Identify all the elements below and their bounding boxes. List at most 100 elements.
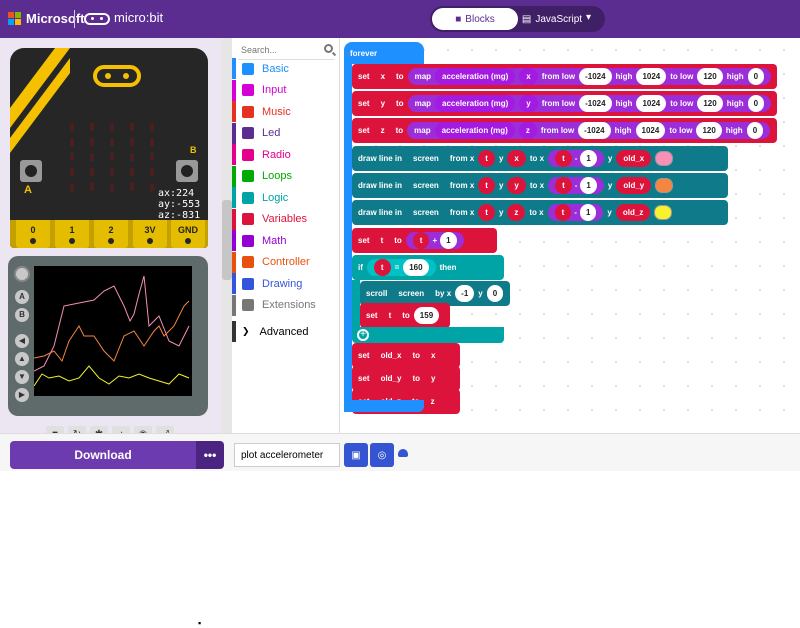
variable-dropdown[interactable]: y — [507, 177, 526, 194]
axis-dropdown[interactable]: z — [518, 122, 537, 139]
old-variable-dropdown[interactable]: old_y — [616, 177, 652, 194]
number-input[interactable]: 0 — [747, 68, 765, 85]
toolbox-category-basic[interactable]: Basic — [232, 58, 340, 79]
microbit-logo-icon[interactable] — [84, 13, 110, 25]
dpad-right-icon[interactable]: ▶ — [15, 388, 29, 402]
number-input[interactable]: 1024 — [636, 95, 667, 112]
pin-2[interactable]: 2 — [94, 220, 128, 248]
set-t-reset-block[interactable]: set t to 159 — [360, 303, 450, 328]
toolbox-category-radio[interactable]: Radio — [232, 144, 340, 165]
toolbox-category-drawing[interactable]: Drawing — [232, 273, 340, 294]
search-icon[interactable] — [324, 44, 333, 53]
pin-gnd[interactable]: GND — [171, 220, 205, 248]
acceleration-dropdown[interactable]: acceleration (mg) — [435, 95, 516, 112]
draw-line-block[interactable]: draw line in screen from x t y x to x t -1 y old_x — [352, 146, 728, 171]
number-input[interactable]: 120 — [697, 95, 723, 112]
power-icon[interactable] — [14, 266, 30, 282]
old-variable-dropdown[interactable]: old_x — [373, 347, 409, 364]
number-input[interactable]: 1024 — [635, 122, 666, 139]
set-old-block[interactable]: set old_x to x — [352, 343, 460, 368]
variable-dropdown[interactable]: z — [373, 122, 392, 139]
color-picker[interactable] — [655, 178, 674, 193]
collapse-simulator-handle[interactable] — [222, 200, 232, 280]
number-input[interactable]: -1024 — [579, 95, 612, 112]
add-branch-icon[interactable]: + — [357, 329, 369, 341]
variable-t-dropdown[interactable]: t — [373, 232, 391, 249]
variable-t-dropdown[interactable]: t — [478, 150, 495, 167]
save-icon[interactable]: ▣ — [344, 443, 368, 467]
set-map-block[interactable]: set z to map acceleration (mg) z from low -1024… — [352, 118, 777, 143]
map-block[interactable]: map acceleration (mg) y from low -1024 high 10… — [407, 95, 772, 112]
toolbox-category-controller[interactable]: Controller — [232, 251, 340, 273]
toolbox-category-extensions[interactable]: Extensions — [232, 294, 340, 316]
dpad-left-icon[interactable]: ◀ — [15, 334, 29, 348]
variable-dropdown[interactable]: z — [423, 393, 442, 410]
number-input[interactable]: 1 — [580, 150, 597, 167]
dpad-down-icon[interactable]: ▼ — [15, 370, 29, 384]
toolbox-category-input[interactable]: Input — [232, 79, 340, 101]
fullscreen-icon[interactable]: ▪ — [198, 618, 201, 628]
set-map-block[interactable]: set y to map acceleration (mg) y from low -1024… — [352, 91, 777, 116]
variable-dropdown[interactable]: y — [373, 95, 393, 112]
tab-javascript[interactable]: ▤ JavaScript — [518, 8, 586, 30]
set-t-block[interactable]: set t to t +1 — [352, 228, 497, 253]
acceleration-dropdown[interactable]: acceleration (mg) — [434, 122, 515, 139]
old-variable-dropdown[interactable]: old_y — [373, 370, 409, 387]
number-input[interactable]: -1024 — [579, 68, 612, 85]
chevron-down-icon[interactable]: ▾ — [586, 12, 591, 23]
number-input[interactable]: 120 — [697, 68, 723, 85]
number-input[interactable]: 1 — [579, 204, 597, 221]
subtract-block[interactable]: t-1 — [547, 204, 604, 221]
cloud-icon[interactable] — [398, 449, 408, 457]
variable-t-dropdown[interactable]: t — [555, 150, 572, 167]
advanced-category[interactable]: ❯ Advanced — [232, 321, 340, 342]
button-a-small[interactable]: A — [15, 290, 29, 304]
color-picker[interactable] — [655, 151, 674, 166]
pin-1[interactable]: 1 — [55, 220, 89, 248]
pin-0[interactable]: 0 — [16, 220, 50, 248]
add-block[interactable]: t +1 — [405, 232, 464, 249]
number-input[interactable]: 0 — [746, 122, 764, 139]
toolbox-category-loops[interactable]: Loops — [232, 165, 340, 187]
number-input[interactable]: 160 — [403, 259, 429, 276]
variable-t-dropdown[interactable]: t — [478, 177, 495, 194]
subtract-block[interactable]: t-1 — [548, 177, 604, 194]
dpad-up-icon[interactable]: ▲ — [15, 352, 29, 366]
variable-dropdown[interactable]: x — [424, 347, 443, 364]
product-label[interactable]: micro:bit — [114, 10, 163, 25]
draw-line-block[interactable]: draw line in screen from x t y z to x t -1 y old_z — [352, 200, 728, 225]
map-block[interactable]: map acceleration (mg) z from low -1024 high 10… — [407, 122, 771, 139]
project-name-input[interactable] — [234, 443, 340, 467]
button-b[interactable] — [176, 160, 198, 182]
number-input[interactable]: -1024 — [578, 122, 611, 139]
number-input[interactable]: -1 — [455, 285, 475, 302]
variable-t-dropdown[interactable]: t — [412, 232, 430, 249]
set-old-block[interactable]: set old_y to y — [352, 366, 460, 391]
color-picker[interactable] — [654, 205, 673, 220]
variable-t-dropdown[interactable]: t — [478, 204, 495, 221]
pin-3v[interactable]: 3V — [133, 220, 167, 248]
variable-dropdown[interactable]: y — [424, 370, 443, 387]
button-b-small[interactable]: B — [15, 308, 29, 322]
number-input[interactable]: 1 — [580, 177, 597, 194]
acceleration-dropdown[interactable]: acceleration (mg) — [435, 68, 516, 85]
toolbox-category-led[interactable]: Led — [232, 122, 340, 144]
equals-operator[interactable]: = — [395, 263, 400, 272]
forever-block[interactable]: forever — [344, 42, 424, 64]
number-input[interactable]: 120 — [696, 122, 722, 139]
variable-dropdown[interactable]: x — [507, 150, 526, 167]
if-block[interactable]: if t = 160 then — [352, 255, 504, 280]
plus-operator[interactable]: + — [432, 236, 437, 245]
variable-dropdown[interactable]: z — [507, 204, 526, 221]
variable-t-dropdown[interactable]: t — [555, 177, 572, 194]
subtract-block[interactable]: t-1 — [548, 150, 604, 167]
button-a[interactable] — [20, 160, 42, 182]
axis-dropdown[interactable]: y — [519, 95, 538, 112]
variable-t-dropdown[interactable]: t — [554, 204, 572, 221]
variable-t-dropdown[interactable]: t — [373, 259, 391, 276]
minus-operator[interactable]: - — [575, 181, 578, 190]
screen-dropdown[interactable]: screen — [406, 204, 446, 221]
screen-dropdown[interactable]: screen — [406, 177, 446, 194]
download-button[interactable]: Download — [10, 441, 196, 469]
draw-line-block[interactable]: draw line in screen from x t y y to x t -1 y old_y — [352, 173, 728, 198]
